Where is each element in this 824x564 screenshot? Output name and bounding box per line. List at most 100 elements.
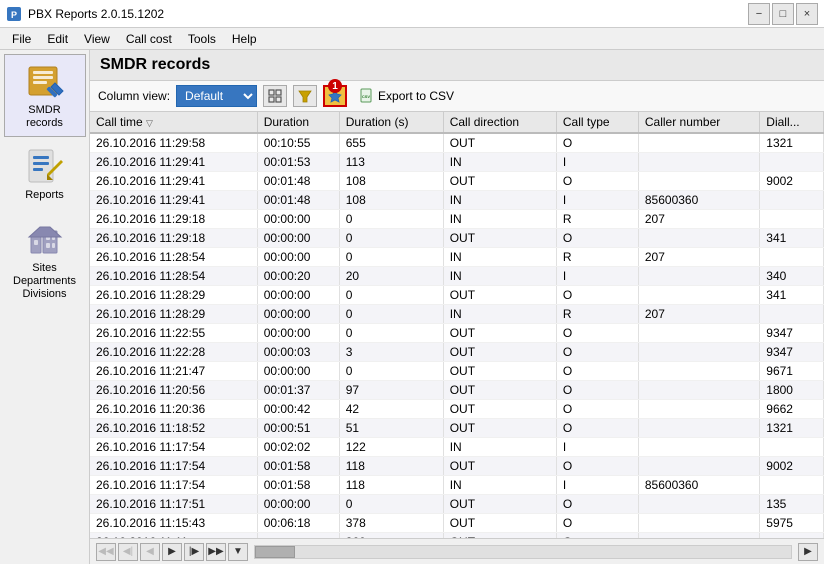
table-row[interactable]: 26.10.2016 11:28:2900:00:000INR207	[90, 305, 824, 324]
table-cell: O	[556, 400, 638, 419]
table-cell: 00:00:42	[257, 400, 339, 419]
table-cell	[760, 476, 824, 495]
table-cell: 26.10.2016 11:29:41	[90, 153, 257, 172]
table-row[interactable]: 26.10.2016 11:28:5400:00:000INR207	[90, 248, 824, 267]
table-cell: 00:01:48	[257, 172, 339, 191]
table-cell	[638, 381, 759, 400]
table-cell: 0	[339, 324, 443, 343]
grid-view-button[interactable]	[263, 85, 287, 107]
table-cell: OUT	[443, 381, 556, 400]
table-row[interactable]: 26.10.2016 11:17:5400:01:58118OUTO9002	[90, 457, 824, 476]
main-layout: SMDR records Reports	[0, 50, 824, 564]
highlight-button[interactable]: 1	[323, 85, 347, 107]
col-call-type[interactable]: Call type	[556, 112, 638, 133]
sidebar-item-sites[interactable]: SitesDepartmentsDivisions	[4, 212, 86, 309]
export-csv-button[interactable]: CSV Export to CSV	[353, 86, 460, 106]
table-cell: O	[556, 133, 638, 153]
table-row[interactable]: 26.10.2016 11:29:4100:01:48108OUTO9002	[90, 172, 824, 191]
scroll-right-button[interactable]: ▶	[798, 543, 818, 561]
table-row[interactable]: 26.10.2016 11:29:4100:01:53113INI	[90, 153, 824, 172]
table-cell: 207	[638, 210, 759, 229]
menu-help[interactable]: Help	[224, 30, 265, 48]
filter-button[interactable]	[293, 85, 317, 107]
table-row[interactable]: 26.10.2016 11:22:2800:00:033OUTO9347	[90, 343, 824, 362]
table-cell: 340	[760, 267, 824, 286]
table-cell: R	[556, 305, 638, 324]
table-cell: ...	[257, 533, 339, 539]
table-cell: I	[556, 267, 638, 286]
table-row[interactable]: 26.10.2016 11:20:3600:00:4242OUTO9662	[90, 400, 824, 419]
col-duration-s[interactable]: Duration (s)	[339, 112, 443, 133]
table-cell: 00:01:48	[257, 191, 339, 210]
csv-icon: CSV	[359, 88, 375, 104]
table-cell: IN	[443, 476, 556, 495]
filter-icon	[298, 89, 312, 103]
sidebar-item-smdr-records[interactable]: SMDR records	[4, 54, 86, 137]
table-cell	[760, 210, 824, 229]
menu-file[interactable]: File	[4, 30, 39, 48]
reports-icon	[25, 146, 65, 186]
table-row[interactable]: 26.10.2016 11:20:5600:01:3797OUTO1800	[90, 381, 824, 400]
table-cell: 655	[339, 133, 443, 153]
table-row[interactable]: 26.10.2016 11:17:5400:01:58118INI8560036…	[90, 476, 824, 495]
table-cell: O	[556, 286, 638, 305]
prev-page-button[interactable]: ◀|	[118, 543, 138, 561]
table-row[interactable]: 26.10.2016 11:29:1800:00:000INR207	[90, 210, 824, 229]
table-row[interactable]: 26.10.2016 11:28:2900:00:000OUTO341	[90, 286, 824, 305]
table-cell: 341	[760, 286, 824, 305]
col-caller-number[interactable]: Caller number	[638, 112, 759, 133]
table-cell	[760, 305, 824, 324]
table-cell	[638, 172, 759, 191]
table-row[interactable]: 26.10.2016 11:17:5100:00:000OUTO135	[90, 495, 824, 514]
table-cell: 00:00:00	[257, 210, 339, 229]
maximize-button[interactable]: □	[772, 3, 794, 25]
table-cell: 26.10.2016 11:28:54	[90, 267, 257, 286]
minimize-button[interactable]: −	[748, 3, 770, 25]
table-cell: 0	[339, 210, 443, 229]
table-container[interactable]: Call time ▽ Duration Duration (s) Call d…	[90, 112, 824, 538]
table-cell: 00:00:00	[257, 324, 339, 343]
close-button[interactable]: ×	[796, 3, 818, 25]
table-row[interactable]: 26.10.2016 11:15:4300:06:18378OUTO5975	[90, 514, 824, 533]
col-dialled[interactable]: Diall...	[760, 112, 824, 133]
table-row[interactable]: 26.10.2016 11:28:5400:00:2020INI340	[90, 267, 824, 286]
table-cell: 3	[339, 343, 443, 362]
menu-tools[interactable]: Tools	[180, 30, 224, 48]
table-cell: 00:00:00	[257, 229, 339, 248]
table-row[interactable]: 26.10.2016 11:11:......360OUTO	[90, 533, 824, 539]
column-view-select[interactable]: Default Custom Extended	[176, 85, 257, 107]
table-body: 26.10.2016 11:29:5800:10:55655OUTO132126…	[90, 133, 824, 538]
menu-call-cost[interactable]: Call cost	[118, 30, 180, 48]
col-duration[interactable]: Duration	[257, 112, 339, 133]
scrollbar-thumb[interactable]	[255, 546, 295, 558]
table-cell: 360	[339, 533, 443, 539]
table-row[interactable]: 26.10.2016 11:18:5200:00:5151OUTO1321	[90, 419, 824, 438]
horizontal-scrollbar[interactable]	[254, 545, 792, 559]
first-page-button[interactable]: ◀◀	[96, 543, 116, 561]
col-call-time[interactable]: Call time ▽	[90, 112, 257, 133]
sidebar-item-reports[interactable]: Reports	[4, 139, 86, 209]
title-bar: P PBX Reports 2.0.15.1202 − □ ×	[0, 0, 824, 28]
table-cell: 0	[339, 248, 443, 267]
table-cell: IN	[443, 210, 556, 229]
menu-view[interactable]: View	[76, 30, 118, 48]
table-cell: 00:00:00	[257, 495, 339, 514]
table-row[interactable]: 26.10.2016 11:29:5800:10:55655OUTO1321	[90, 133, 824, 153]
last-page-button[interactable]: ▶▶	[206, 543, 226, 561]
table-row[interactable]: 26.10.2016 11:29:1800:00:000OUTO341	[90, 229, 824, 248]
menu-edit[interactable]: Edit	[39, 30, 76, 48]
filter-nav-button[interactable]: ▼	[228, 543, 248, 561]
table-cell: OUT	[443, 495, 556, 514]
table-cell: IN	[443, 248, 556, 267]
next-button[interactable]: ▶	[162, 543, 182, 561]
table-row[interactable]: 26.10.2016 11:21:4700:00:000OUTO9671	[90, 362, 824, 381]
prev-button[interactable]: ◀	[140, 543, 160, 561]
export-label: Export to CSV	[378, 89, 454, 103]
table-row[interactable]: 26.10.2016 11:22:5500:00:000OUTO9347	[90, 324, 824, 343]
table-cell: 00:02:02	[257, 438, 339, 457]
table-row[interactable]: 26.10.2016 11:17:5400:02:02122INI	[90, 438, 824, 457]
next-page-button[interactable]: |▶	[184, 543, 204, 561]
table-row[interactable]: 26.10.2016 11:29:4100:01:48108INI8560036…	[90, 191, 824, 210]
table-cell: I	[556, 476, 638, 495]
col-call-direction[interactable]: Call direction	[443, 112, 556, 133]
